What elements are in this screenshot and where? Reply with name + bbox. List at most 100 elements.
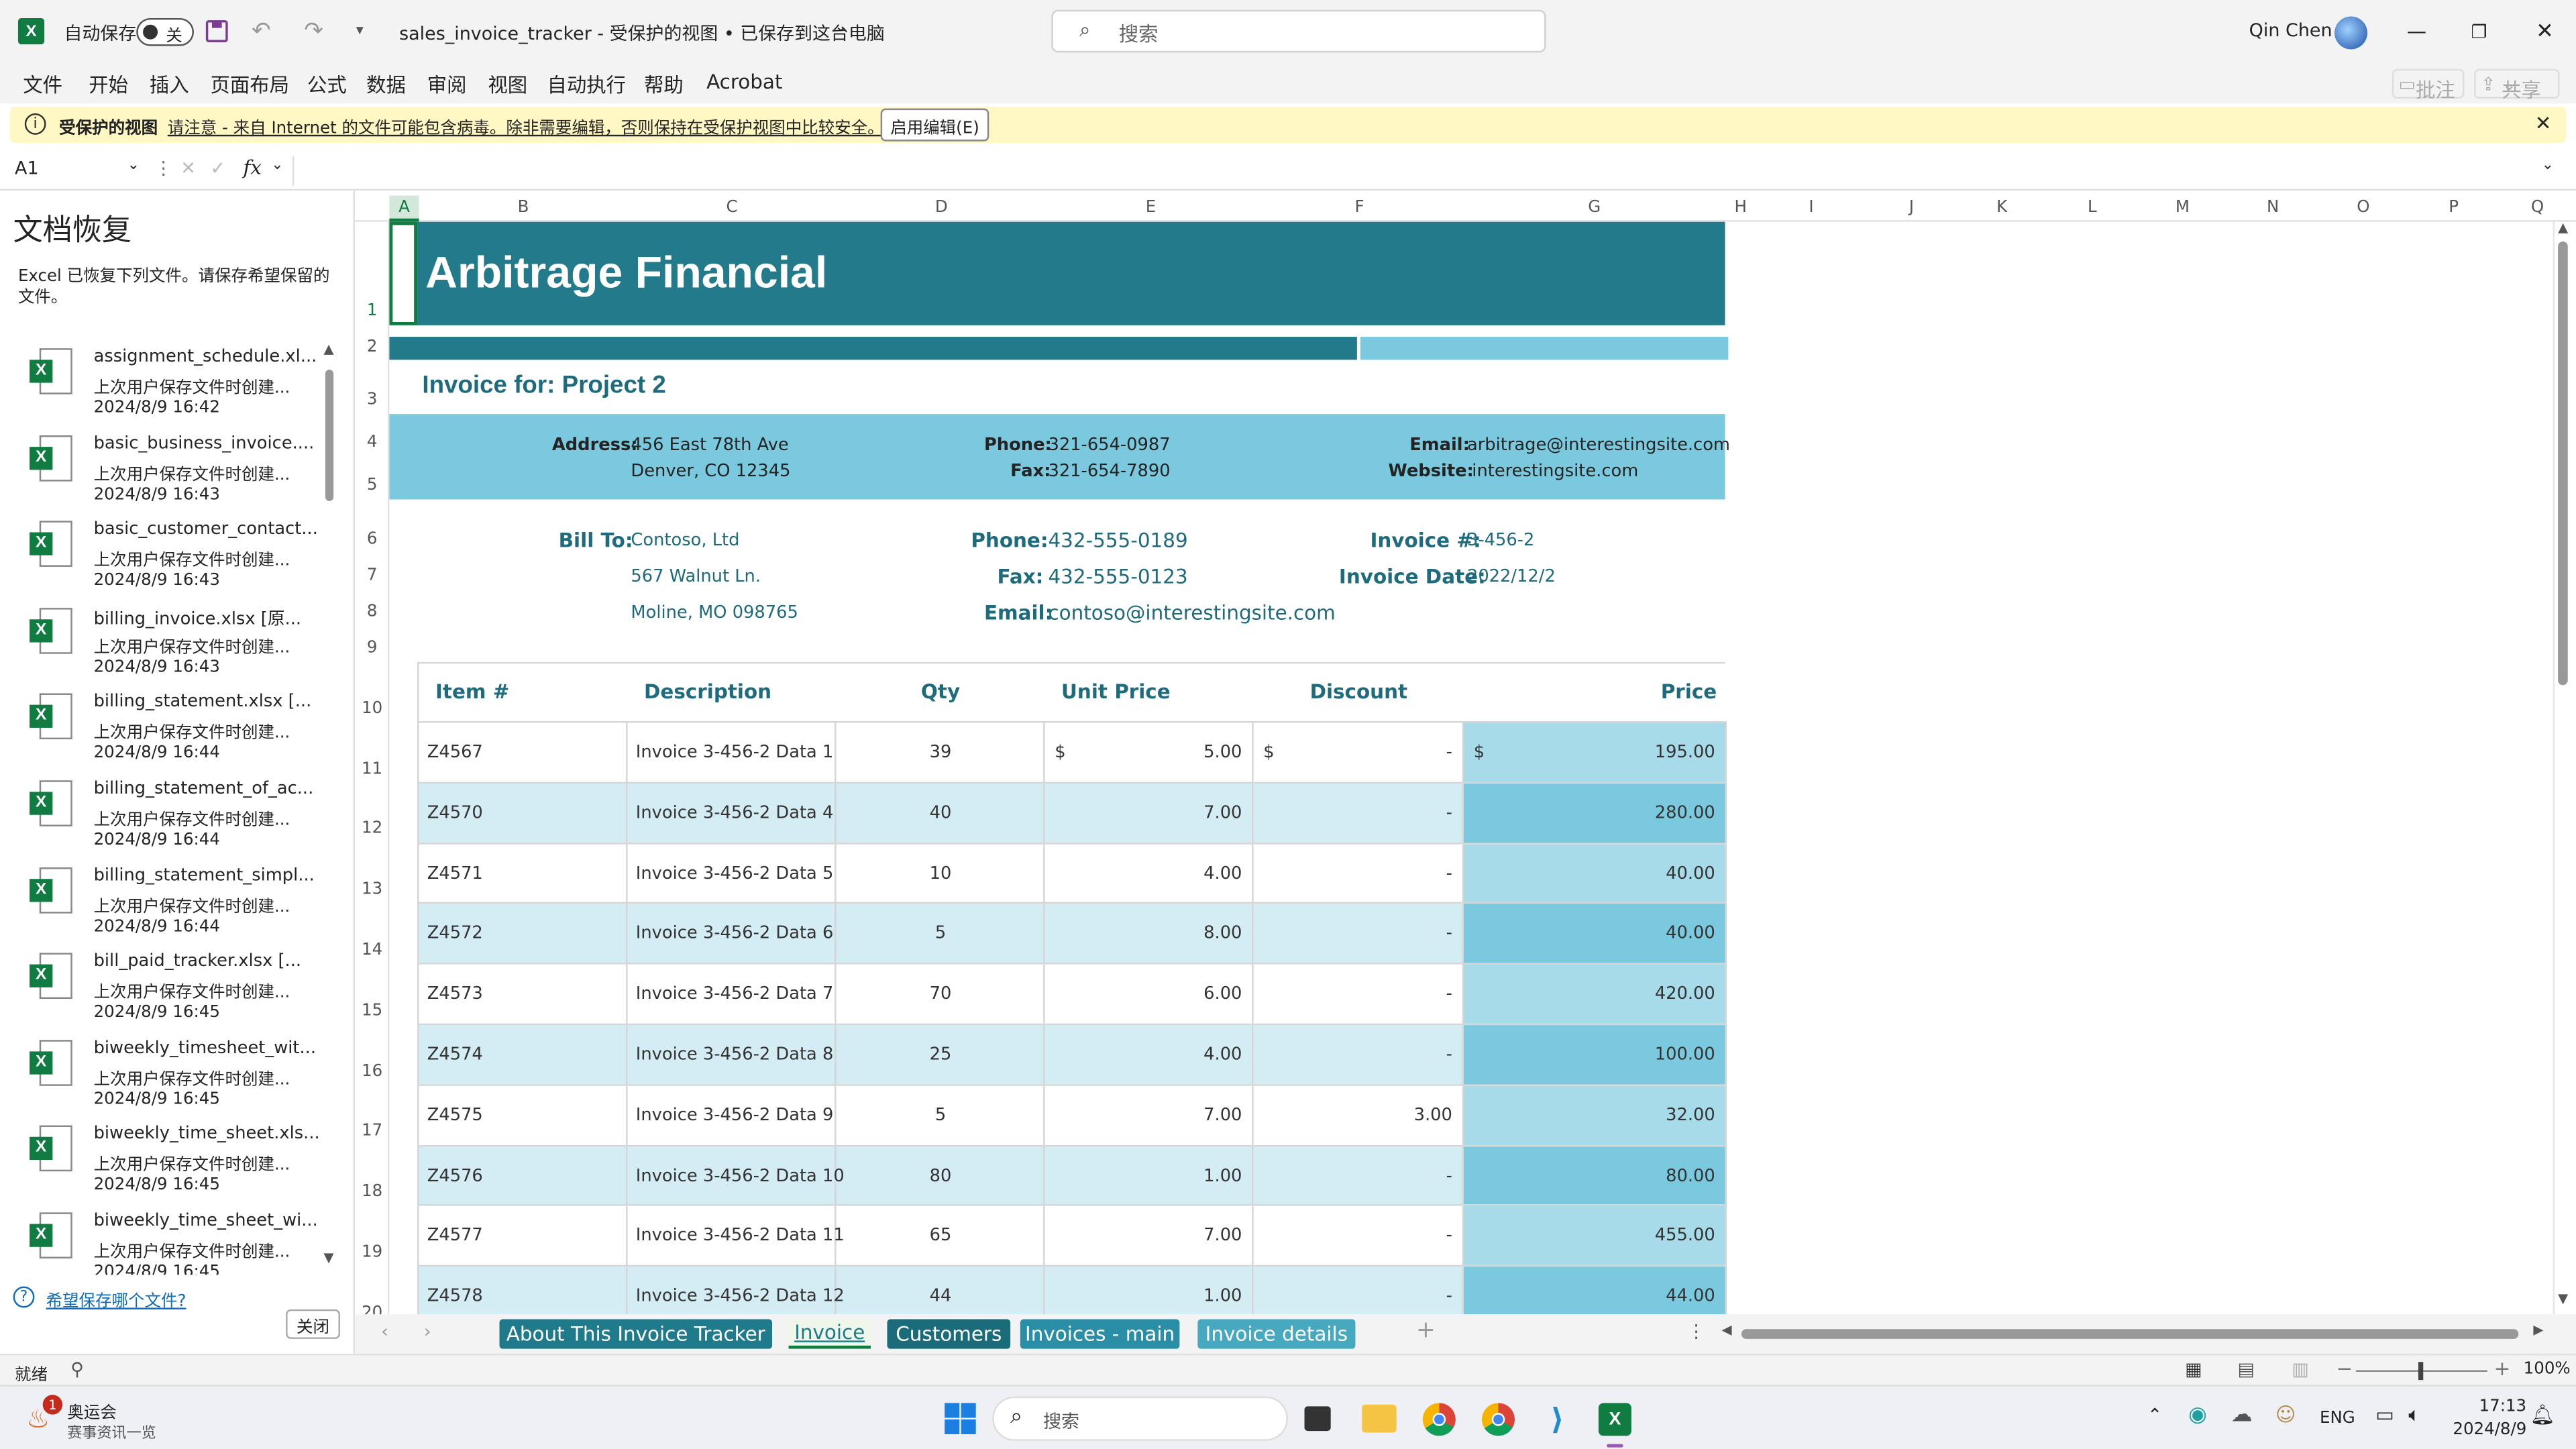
menu-automate[interactable]: 自动执行 xyxy=(547,70,627,99)
zoom-in-icon[interactable]: + xyxy=(2494,1357,2511,1380)
tab-invoice-details[interactable]: Invoice details xyxy=(1197,1319,1356,1349)
recovered-file-item[interactable]: Xbilling_statement_of_ac... 上次用户保存文件时创建..… xyxy=(0,771,322,858)
insert-function-icon[interactable]: fx xyxy=(243,156,261,179)
weather-widget[interactable]: ♨ 1 奥运会 赛事资讯一览 xyxy=(26,1395,207,1442)
recovered-file-item[interactable]: Xbiweekly_timesheet_wit... 上次用户保存文件时创建...… xyxy=(0,1030,322,1117)
selected-cell[interactable] xyxy=(389,221,418,325)
fx-dropdown-icon[interactable]: ⌄ xyxy=(271,158,283,174)
chrome-icon[interactable] xyxy=(1422,1403,1456,1436)
table-row[interactable]: Z4570 Invoice 3-456-2 Data 4 40 7.00 - 280.00 xyxy=(419,783,1727,844)
column-header-e[interactable]: E xyxy=(1046,199,1255,217)
row-header-4[interactable]: 4 xyxy=(355,434,389,452)
table-row[interactable]: Z4575 Invoice 3-456-2 Data 9 5 7.00 3.00 32.0… xyxy=(419,1085,1727,1146)
recovered-file-item[interactable]: Xassignment_schedule.xl... 上次用户保存文件时创建...… xyxy=(0,338,322,425)
table-row[interactable]: Z4576 Invoice 3-456-2 Data 10 80 1.00 - 80.00 xyxy=(419,1146,1727,1207)
recovered-file-item[interactable]: Xbasic_customer_contact... 上次用户保存文件时创建...… xyxy=(0,511,322,598)
start-icon[interactable] xyxy=(945,1403,976,1434)
zoom-thumb[interactable] xyxy=(2418,1362,2424,1381)
expand-formula-icon[interactable]: ⌄ xyxy=(2542,158,2554,174)
cancel-icon[interactable]: ✕ xyxy=(180,158,196,179)
comments-button[interactable]: ▭ 批注 xyxy=(2392,68,2465,102)
column-header-c[interactable]: C xyxy=(628,199,837,217)
row-header-3[interactable]: 3 xyxy=(355,391,389,409)
column-header-p[interactable]: P xyxy=(2408,199,2499,217)
menu-file[interactable]: 文件 xyxy=(23,70,62,99)
row-header-7[interactable]: 7 xyxy=(355,567,389,585)
scroll-down-icon[interactable]: ▼ xyxy=(323,1250,333,1265)
accessibility-icon[interactable]: ⚲ xyxy=(70,1358,84,1380)
column-header-g[interactable]: G xyxy=(1464,199,1725,217)
input-lang[interactable]: ENG xyxy=(2320,1409,2355,1428)
recovered-file-item[interactable]: Xbasic_business_invoice.... 上次用户保存文件时创建..… xyxy=(0,425,322,512)
items-table[interactable]: Item # Description Qty Unit Price Discount Pr… xyxy=(417,661,1727,1315)
row-header-16[interactable]: 16 xyxy=(355,1063,389,1081)
column-header-d[interactable]: D xyxy=(837,199,1046,217)
row-header-13[interactable]: 13 xyxy=(355,881,389,899)
menu-review[interactable]: 审阅 xyxy=(427,70,467,99)
close-icon[interactable]: ✕ xyxy=(2520,13,2569,50)
scroll-thumb[interactable] xyxy=(325,370,334,501)
table-row[interactable]: Z4571 Invoice 3-456-2 Data 5 10 4.00 - 40.00 xyxy=(419,843,1727,904)
share-button[interactable]: ⇪ 共享 ⌄ xyxy=(2474,68,2560,102)
row-header-1[interactable]: 1 xyxy=(355,303,389,321)
chrome-profile-icon[interactable] xyxy=(1481,1403,1515,1436)
zoom-out-icon[interactable]: − xyxy=(2336,1357,2353,1380)
recovered-file-item[interactable]: Xbilling_invoice.xlsx [原... 上次用户保存文件时创建..… xyxy=(0,598,322,685)
prev-sheet-icon[interactable]: ‹ xyxy=(381,1321,388,1342)
enter-icon[interactable]: ✓ xyxy=(210,158,225,179)
row-header-10[interactable]: 10 xyxy=(355,700,389,718)
customize-qat-icon[interactable]: ▾ xyxy=(348,18,371,44)
recovered-file-item[interactable]: Xbilling_statement_simpl... 上次用户保存文件时创建..… xyxy=(0,857,322,944)
taskbar-search[interactable]: ⌕ 搜索 xyxy=(992,1396,1289,1441)
close-recovery-button[interactable]: 关闭 xyxy=(286,1309,340,1339)
column-header-h[interactable]: H xyxy=(1725,199,1756,217)
table-row[interactable]: Z4567 Invoice 3-456-2 Data 1 39 5.00 - 195.00… xyxy=(419,722,1727,784)
zoom-level[interactable]: 100% xyxy=(2524,1360,2571,1379)
row-header-12[interactable]: 12 xyxy=(355,820,389,838)
menu-page-layout[interactable]: 页面布局 xyxy=(210,70,289,99)
edge-tray-icon[interactable]: ◉ xyxy=(2188,1403,2207,1428)
hscroll-thumb[interactable] xyxy=(1741,1329,2519,1339)
name-box-dropdown-icon[interactable]: ⌄ xyxy=(127,158,140,174)
redo-icon[interactable]: ↷ xyxy=(296,18,332,44)
network-icon[interactable]: ▭ xyxy=(2375,1403,2394,1426)
vscroll-thumb[interactable] xyxy=(2558,241,2568,686)
close-protected-icon[interactable]: ✕ xyxy=(2535,112,2552,135)
pet-tray-icon[interactable]: ☺ xyxy=(2275,1403,2296,1426)
enable-editing-button[interactable]: 启用编辑(E) xyxy=(880,108,989,142)
restore-icon[interactable]: ❐ xyxy=(2455,13,2504,50)
clock-time[interactable]: 17:13 xyxy=(2479,1398,2527,1416)
column-header-i[interactable]: I xyxy=(1756,199,1866,217)
tab-customers[interactable]: Customers xyxy=(887,1319,1011,1349)
normal-view-icon[interactable]: ▦ xyxy=(2185,1358,2202,1380)
undo-icon[interactable]: ↶ xyxy=(243,18,279,44)
file-explorer-icon[interactable] xyxy=(1362,1404,1397,1433)
column-header-f[interactable]: F xyxy=(1255,199,1464,217)
formula-input[interactable] xyxy=(292,156,2527,186)
column-header-q[interactable]: Q xyxy=(2499,199,2576,217)
column-header-o[interactable]: O xyxy=(2318,199,2409,217)
menu-home[interactable]: 开始 xyxy=(89,70,128,99)
onedrive-icon[interactable]: ☁ xyxy=(2231,1403,2253,1428)
name-box[interactable]: A1 ⌄ xyxy=(10,158,145,184)
notification-icon[interactable]: 🔔︎ xyxy=(2530,1403,2555,1426)
tab-about[interactable]: About This Invoice Tracker xyxy=(499,1319,773,1349)
horizontal-scrollbar[interactable]: ◀ ▶ xyxy=(1722,1322,2552,1344)
menu-formulas[interactable]: 公式 xyxy=(307,70,347,99)
which-file-link[interactable]: 希望保存哪个文件? xyxy=(46,1287,186,1311)
row-header-2[interactable]: 2 xyxy=(355,338,389,356)
table-row[interactable]: Z4574 Invoice 3-456-2 Data 8 25 4.00 - 100.00 xyxy=(419,1025,1727,1086)
tab-invoices-main[interactable]: Invoices - main xyxy=(1020,1319,1180,1349)
avatar[interactable] xyxy=(2334,16,2368,50)
vscroll-up-icon[interactable]: ▲ xyxy=(2558,220,2568,235)
table-row[interactable]: Z4572 Invoice 3-456-2 Data 6 5 8.00 - 40.00 xyxy=(419,904,1727,965)
recovered-file-item[interactable]: Xbiweekly_time_sheet.xls... 上次用户保存文件时创建..… xyxy=(0,1116,322,1203)
page-layout-icon[interactable]: ▤ xyxy=(2238,1358,2255,1380)
user-name[interactable]: Qin Chen xyxy=(2249,19,2332,41)
row-header-5[interactable]: 5 xyxy=(355,476,389,494)
row-header-11[interactable]: 11 xyxy=(355,761,389,779)
recovery-scrollbar[interactable]: ▲ ▼ xyxy=(323,341,337,1267)
recovered-file-item[interactable]: Xbiweekly_time_sheet_wi... 上次用户保存文件时创建...… xyxy=(0,1203,322,1275)
row-header-6[interactable]: 6 xyxy=(355,531,389,549)
clock-date[interactable]: 2024/8/9 xyxy=(2453,1421,2526,1439)
